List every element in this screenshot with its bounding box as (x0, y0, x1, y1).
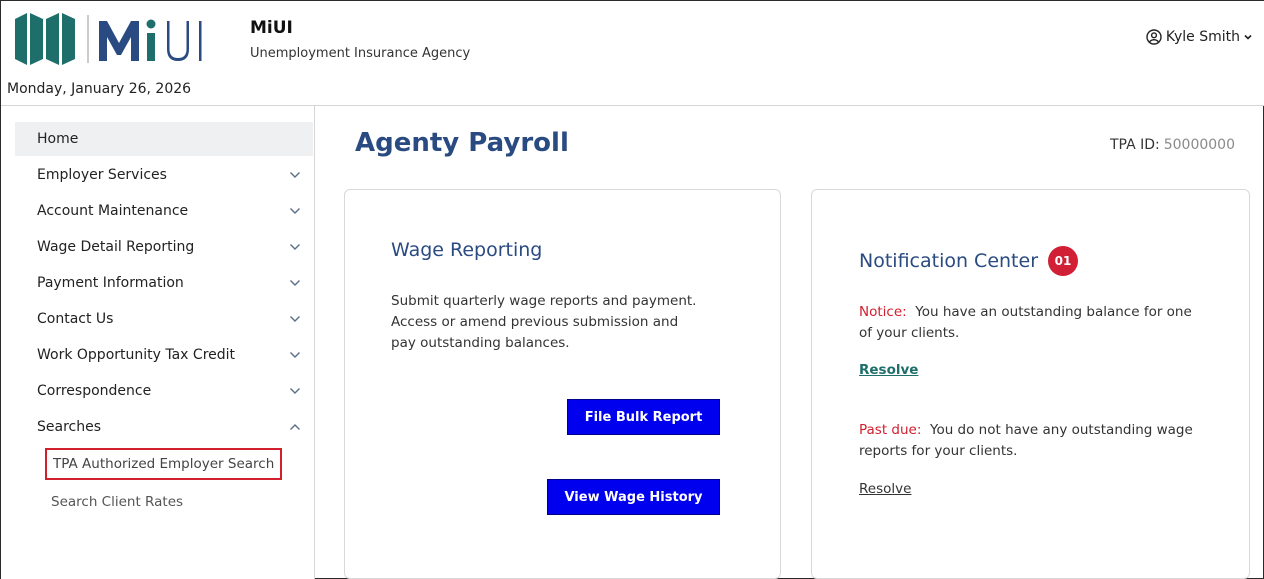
wage-reporting-description: Submit quarterly wage reports and paymen… (391, 293, 697, 351)
notification-center-title: Notification Center (859, 250, 1039, 272)
tpa-id-label: TPA ID: (1109, 137, 1160, 153)
notice-resolve-link[interactable]: Resolve (859, 362, 918, 378)
agency-name: MiUI (250, 18, 293, 38)
sidebar-subitem-search-client-rates[interactable]: Search Client Rates (45, 486, 189, 518)
user-name: Kyle Smith (1165, 29, 1240, 45)
sidebar-item-payment-information[interactable]: Payment Information (15, 266, 313, 300)
file-bulk-report-button[interactable]: File Bulk Report (567, 399, 720, 435)
user-icon (1146, 29, 1162, 45)
notice-message: Notice: You have an outstanding balance … (859, 302, 1209, 344)
agency-subtitle: Unemployment Insurance Agency (250, 46, 471, 61)
chevron-down-icon (289, 171, 301, 179)
past-due-label: Past due: (859, 422, 922, 438)
sidebar-item-label: Account Maintenance (37, 203, 189, 219)
notice-label: Notice: (859, 304, 907, 320)
miui-logo[interactable] (13, 9, 211, 69)
sidebar-item-contact-us[interactable]: Contact Us (15, 302, 313, 336)
chevron-down-icon (289, 351, 301, 359)
chevron-down-icon (289, 207, 301, 215)
sidebar-item-label: Wage Detail Reporting (37, 239, 195, 255)
sidebar-item-employer-services[interactable]: Employer Services (15, 158, 313, 192)
notification-count-badge: 01 (1048, 246, 1079, 276)
chevron-down-icon (1244, 34, 1252, 40)
miui-logo-mark (15, 13, 202, 65)
sidebar-item-label: Work Opportunity Tax Credit (37, 347, 236, 363)
sidebar-item-label: Payment Information (37, 275, 184, 291)
notification-center-heading: Notification Center 01 (859, 246, 1079, 276)
past-due-message: Past due: You do not have any outstandin… (859, 420, 1209, 462)
tpa-id: TPA ID: 50000000 (1110, 137, 1235, 153)
user-menu[interactable]: Kyle Smith (1146, 29, 1257, 45)
tpa-id-value: 50000000 (1163, 137, 1235, 153)
sidebar-item-label: Contact Us (37, 311, 114, 327)
sidebar-subitem-tpa-authorized-employer-search[interactable]: TPA Authorized Employer Search (45, 448, 283, 480)
page-title: Agenty Payroll (355, 128, 569, 158)
current-date: Monday, January 26, 2026 (7, 81, 192, 97)
chevron-down-icon (289, 243, 301, 251)
chevron-down-icon (289, 315, 301, 323)
chevron-down-icon (289, 279, 301, 287)
sidebar-subitem-label: Search Client Rates (51, 494, 184, 510)
chevron-up-icon (289, 423, 301, 431)
past-due-resolve-link[interactable]: Resolve (859, 481, 911, 497)
sidebar-item-label: Correspondence (37, 383, 152, 399)
wage-reporting-title: Wage Reporting (391, 239, 543, 261)
sidebar-item-label: Searches (37, 419, 102, 435)
sidebar-item-searches[interactable]: Searches (15, 410, 313, 444)
app-frame: MiUI Unemployment Insurance Agency Monda… (0, 0, 1264, 579)
sidebar-subitem-label: TPA Authorized Employer Search (53, 456, 275, 472)
header: MiUI Unemployment Insurance Agency Monda… (1, 1, 1264, 105)
sidebar-item-label: Employer Services (37, 167, 167, 183)
sidebar-item-account-maintenance[interactable]: Account Maintenance (15, 194, 313, 228)
chevron-down-icon (289, 387, 301, 395)
sidebar-item-wage-detail-reporting[interactable]: Wage Detail Reporting (15, 230, 313, 264)
sidebar-item-correspondence[interactable]: Correspondence (15, 374, 313, 408)
view-wage-history-button[interactable]: View Wage History (547, 479, 720, 515)
sidebar-item-home[interactable]: Home (15, 122, 313, 156)
sidebar-item-label: Home (37, 131, 79, 147)
notice-text: You have an outstanding balance for one … (859, 304, 1192, 341)
sidebar-item-work-opportunity-tax-credit[interactable]: Work Opportunity Tax Credit (15, 338, 313, 372)
